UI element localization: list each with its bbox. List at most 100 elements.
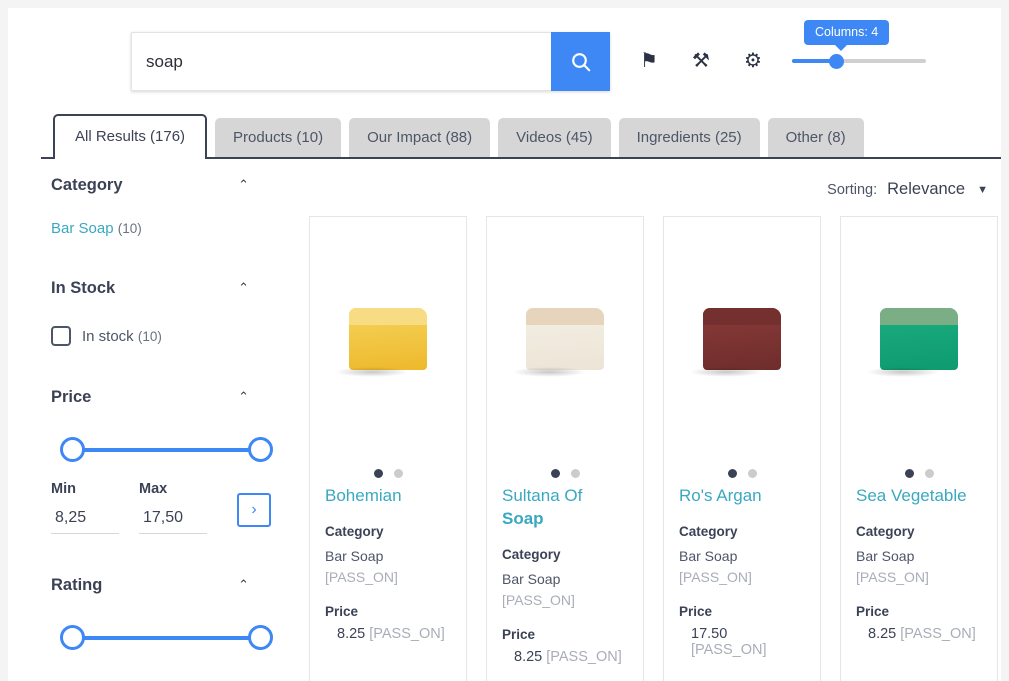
chevron-up-icon[interactable]: ⌃ — [238, 178, 249, 191]
image-carousel-dots — [487, 469, 643, 478]
chevron-up-icon[interactable]: ⌃ — [238, 281, 249, 294]
carousel-dot[interactable] — [727, 469, 737, 478]
chevron-up-icon[interactable]: ⌃ — [238, 390, 249, 403]
sorting-control: Sorting: Relevance ▼ — [827, 180, 988, 199]
carousel-dot[interactable] — [373, 469, 383, 478]
product-title[interactable]: Sea Vegetable — [856, 485, 982, 508]
product-card[interactable]: Bohemian Category Bar Soap [PASS_ON] Pri… — [309, 216, 467, 681]
product-category-label: Category — [856, 523, 915, 539]
product-category-value: Bar Soap [PASS_ON] — [679, 546, 805, 588]
price-min-input[interactable] — [51, 506, 119, 534]
rating-range-min-handle[interactable] — [60, 625, 85, 650]
rating-range-max-handle[interactable] — [248, 625, 273, 650]
product-category-value: Bar Soap [PASS_ON] — [502, 569, 628, 611]
price-passon: [PASS_ON] — [691, 641, 767, 658]
price-range-max-handle[interactable] — [248, 437, 273, 462]
facet-price-header[interactable]: Price ⌃ — [51, 388, 291, 407]
price-number: 8.25 — [514, 648, 543, 665]
product-category-value: Bar Soap [PASS_ON] — [325, 546, 451, 588]
product-price-value: 8.25 [PASS_ON] — [502, 649, 628, 665]
product-info: Sea Vegetable Category Bar Soap [PASS_ON… — [841, 467, 997, 642]
price-number: 8.25 — [337, 625, 366, 642]
search-button[interactable] — [551, 32, 610, 91]
filters-sidebar: Category ⌃ Bar Soap (10) In Stock ⌃ In s… — [51, 176, 291, 651]
columns-slider[interactable] — [792, 53, 926, 69]
tab-all-results[interactable]: All Results (176) — [53, 113, 208, 161]
carousel-dot[interactable] — [904, 469, 914, 478]
price-range-track — [61, 448, 258, 452]
sorting-dropdown[interactable]: Relevance ▼ — [887, 180, 988, 199]
product-card[interactable]: Sea Vegetable Category Bar Soap [PASS_ON… — [840, 216, 998, 681]
image-carousel-dots — [310, 469, 466, 478]
price-max-label: Max — [139, 481, 168, 497]
tab-products[interactable]: Products (10) — [215, 117, 342, 159]
carousel-dot[interactable] — [747, 469, 757, 478]
facet-price-title: Price — [51, 388, 92, 406]
facet-category-header[interactable]: Category ⌃ — [51, 176, 291, 195]
product-image[interactable] — [841, 217, 997, 467]
product-image[interactable] — [310, 217, 466, 467]
price-max-input[interactable] — [139, 506, 207, 534]
price-min-field: Min — [51, 481, 119, 534]
search-input[interactable] — [131, 32, 551, 91]
facet-rating-title: Rating — [51, 576, 103, 594]
product-info: Bohemian Category Bar Soap [PASS_ON] Pri… — [310, 467, 466, 642]
product-info: Sultana Of Soap Category Bar Soap [PASS_… — [487, 467, 643, 665]
facet-category-title: Category — [51, 176, 123, 194]
product-price-value: 8.25 [PASS_ON] — [856, 626, 982, 642]
product-image[interactable] — [664, 217, 820, 467]
facet-option-bar-soap[interactable]: Bar Soap (10) — [51, 220, 291, 237]
tab-ingredients[interactable]: Ingredients (25) — [618, 117, 760, 159]
product-title[interactable]: Sultana Of Soap — [502, 485, 628, 531]
product-price-label: Price — [679, 603, 713, 619]
tools-icon[interactable]: ⚒ — [688, 48, 714, 74]
rating-range-slider[interactable] — [51, 625, 273, 651]
search-results-page: ⚑ ⚒ ⚙ Columns: 4 All Results (176) Produ… — [8, 8, 1001, 681]
flag-icon[interactable]: ⚑ — [636, 48, 662, 74]
facet-price: Price ⌃ Min Max › — [51, 388, 291, 534]
tab-our-impact[interactable]: Our Impact (88) — [349, 117, 491, 159]
category-passon: [PASS_ON] — [502, 591, 575, 608]
price-passon: [PASS_ON] — [369, 625, 445, 642]
facet-option-count: (10) — [117, 221, 142, 236]
sorting-label: Sorting: — [827, 182, 878, 198]
product-title[interactable]: Ro's Argan — [679, 485, 805, 508]
toolbar-icon-group: ⚑ ⚒ ⚙ — [636, 48, 766, 74]
chevron-right-icon: › — [251, 501, 257, 518]
price-min-label: Min — [51, 481, 76, 497]
facet-category: Category ⌃ Bar Soap (10) — [51, 176, 291, 237]
in-stock-checkbox-row[interactable]: In stock (10) — [51, 326, 291, 346]
soap-bar-cream-icon — [512, 308, 604, 377]
carousel-dot[interactable] — [393, 469, 403, 478]
carousel-dot[interactable] — [550, 469, 560, 478]
facet-rating: Rating ⌃ — [51, 576, 291, 651]
carousel-dot[interactable] — [924, 469, 934, 478]
product-category-label: Category — [325, 523, 384, 539]
tab-other[interactable]: Other (8) — [767, 117, 864, 159]
rating-range-track — [61, 636, 258, 640]
tab-videos[interactable]: Videos (45) — [498, 117, 611, 159]
product-category-value: Bar Soap [PASS_ON] — [856, 546, 982, 588]
search-bar — [131, 32, 610, 91]
product-image[interactable] — [487, 217, 643, 467]
price-range-min-handle[interactable] — [60, 437, 85, 462]
chevron-up-icon[interactable]: ⌃ — [238, 578, 249, 591]
carousel-dot[interactable] — [570, 469, 580, 478]
columns-slider-handle[interactable] — [829, 54, 844, 69]
facet-in-stock-title: In Stock — [51, 279, 116, 297]
product-info: Ro's Argan Category Bar Soap [PASS_ON] P… — [664, 467, 820, 658]
price-range-slider[interactable] — [51, 437, 273, 463]
in-stock-text: In stock — [82, 327, 134, 345]
facet-in-stock-header[interactable]: In Stock ⌃ — [51, 279, 291, 298]
in-stock-checkbox[interactable] — [51, 326, 71, 346]
chevron-down-icon: ▼ — [977, 183, 988, 196]
sorting-value: Relevance — [887, 180, 966, 198]
price-apply-button[interactable]: › — [237, 493, 271, 527]
product-card[interactable]: Sultana Of Soap Category Bar Soap [PASS_… — [486, 216, 644, 681]
product-card[interactable]: Ro's Argan Category Bar Soap [PASS_ON] P… — [663, 216, 821, 681]
image-carousel-dots — [841, 469, 997, 478]
facet-rating-header[interactable]: Rating ⌃ — [51, 576, 291, 595]
gear-icon[interactable]: ⚙ — [740, 48, 766, 74]
product-title[interactable]: Bohemian — [325, 485, 451, 508]
results-grid: Bohemian Category Bar Soap [PASS_ON] Pri… — [309, 216, 1001, 681]
